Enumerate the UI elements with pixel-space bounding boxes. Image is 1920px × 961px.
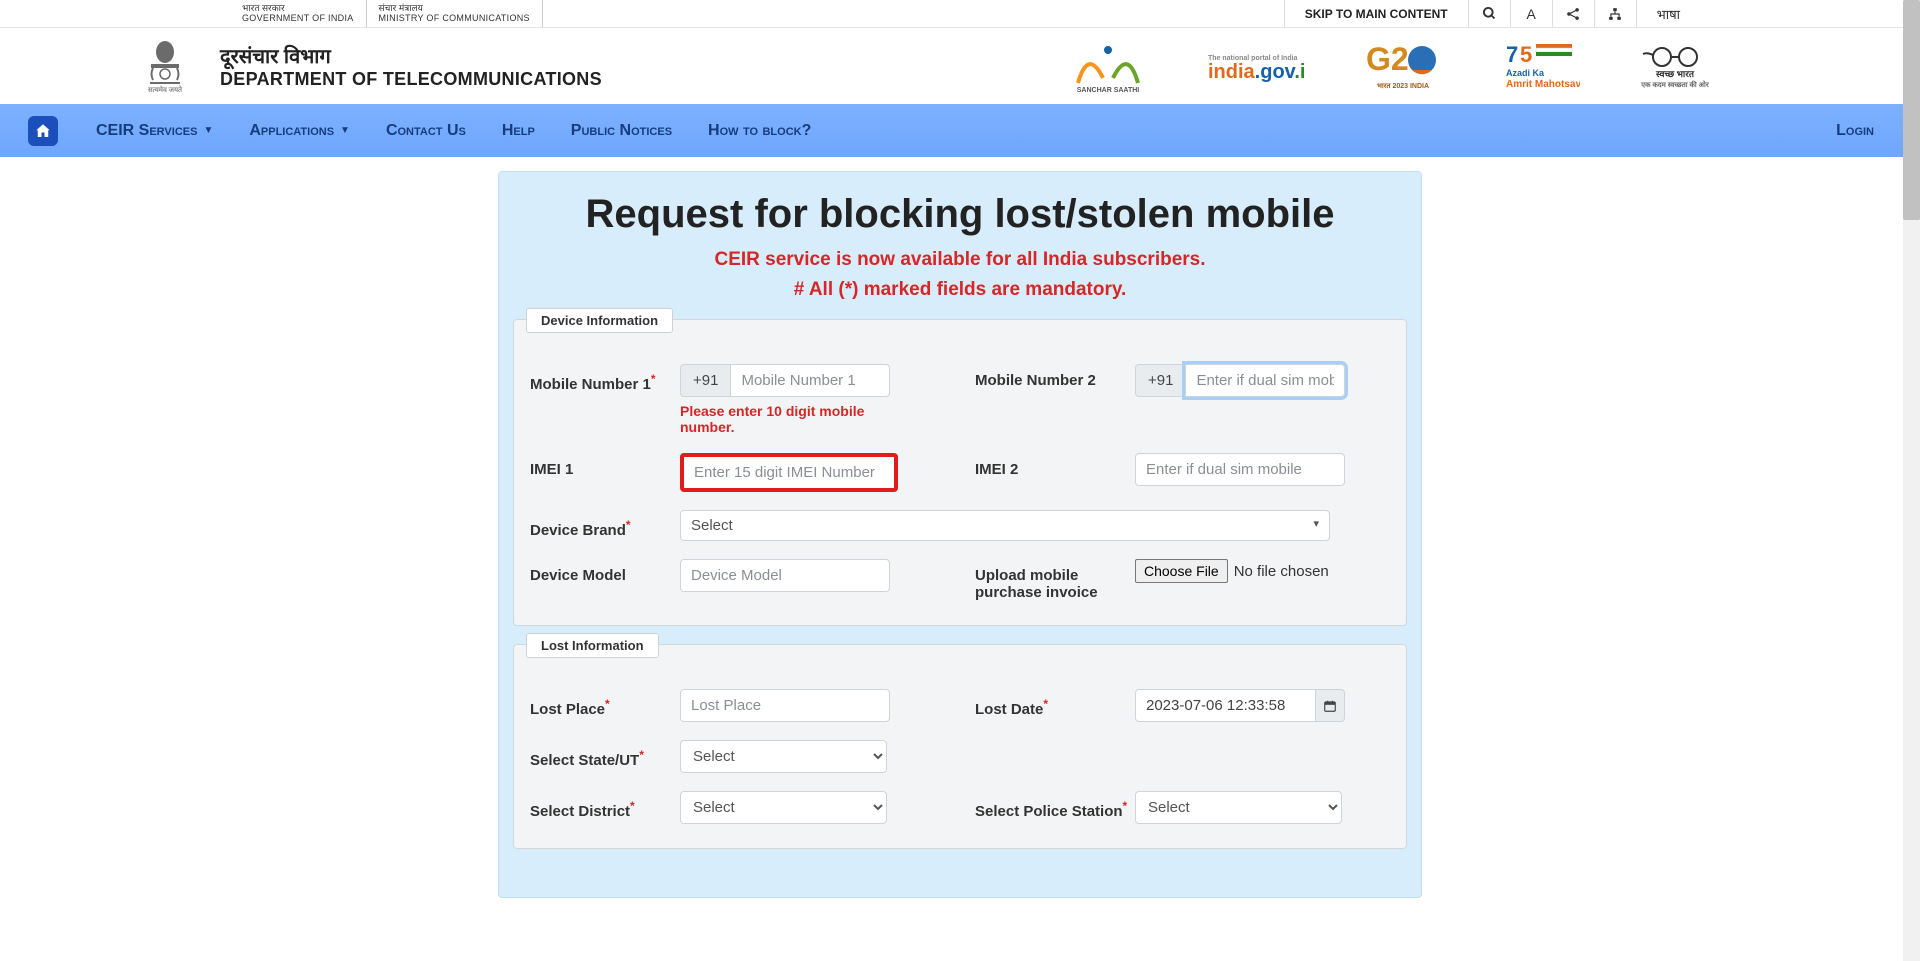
state-label: Select State/UT* [530,740,680,769]
national-emblem: सत्यमेव जयते [140,36,190,96]
sanchar-saathi-logo[interactable]: SANCHAR SAATHI [1068,38,1148,94]
nav-help[interactable]: Help [484,122,553,140]
nav-public-notices[interactable]: Public Notices [553,122,690,140]
svg-text:भारत 2023 INDIA: भारत 2023 INDIA [1377,83,1429,90]
site-header: सत्यमेव जयते दूरसंचार विभाग DEPARTMENT O… [0,28,1920,104]
mobile1-label: Mobile Number 1* [530,364,680,393]
scrollbar-thumb[interactable] [1903,0,1920,220]
main-nav: CEIR Services ▼ Applications ▼ Contact U… [0,104,1920,157]
lost-info-section: Lost Information Lost Place* Lost Date* [513,644,1407,849]
imei1-label: IMEI 1 [530,453,680,478]
swachh-bharat-logo[interactable]: स्वच्छ भारतएक कदम स्वच्छता की ओर [1640,38,1710,94]
country-code-prefix: +91 [680,364,730,397]
lost-date-label: Lost Date* [975,689,1135,718]
page-subtitle-2: # All (*) marked fields are mandatory. [499,279,1421,301]
imei2-label: IMEI 2 [975,453,1135,478]
district-label: Select District* [530,791,680,820]
chevron-down-icon: ▼ [340,125,350,136]
section-legend: Lost Information [526,633,659,658]
font-size-icon[interactable]: A [1510,0,1552,27]
mobile1-input[interactable] [730,364,890,397]
section-legend: Device Information [526,308,673,333]
gov-eng: GOVERNMENT OF INDIA [242,14,354,24]
svg-text:SANCHAR SAATHI: SANCHAR SAATHI [1077,87,1140,94]
mobile2-input[interactable] [1185,364,1345,397]
svg-text:G2: G2 [1366,41,1409,77]
brand-select[interactable]: Select [680,510,1330,541]
nav-contact[interactable]: Contact Us [368,122,484,140]
model-input[interactable] [680,559,890,592]
svg-text:Amrit Mahotsav: Amrit Mahotsav [1506,79,1580,90]
model-label: Device Model [530,559,680,584]
top-utility-bar: भारत सरकार GOVERNMENT OF INDIA संचार मंत… [0,0,1920,28]
azadi-logo[interactable]: 75Azadi KaAmrit Mahotsav [1502,38,1580,94]
dept-eng: DEPARTMENT OF TELECOMMUNICATIONS [220,69,602,90]
nav-applications[interactable]: Applications ▼ [231,122,368,140]
dept-hindi: दूरसंचार विभाग [220,42,602,69]
country-code-prefix: +91 [1135,364,1185,397]
svg-text:स्वच्छ भारत: स्वच्छ भारत [1655,69,1695,79]
file-status: No file chosen [1234,563,1329,580]
ministry-eng: MINISTRY OF COMMUNICATIONS [379,14,530,24]
nav-how-to-block[interactable]: How to block? [690,122,829,140]
device-info-section: Device Information Mobile Number 1* +91 … [513,319,1407,626]
home-icon[interactable] [28,116,58,146]
ministry-of-comm: संचार मंत्रालय MINISTRY OF COMMUNICATION… [367,0,543,27]
search-icon[interactable] [1468,0,1510,27]
form-card: Request for blocking lost/stolen mobile … [498,171,1422,898]
police-label: Select Police Station* [975,791,1135,820]
gov-of-india: भारत सरकार GOVERNMENT OF INDIA [230,0,367,27]
page-subtitle-1: CEIR service is now available for all In… [499,249,1421,271]
nav-label: CEIR Services [96,122,197,140]
imei2-input[interactable] [1135,453,1345,486]
lost-date-input[interactable] [1135,689,1316,722]
mobile2-label: Mobile Number 2 [975,364,1135,389]
lost-place-label: Lost Place* [530,689,680,718]
sitemap-icon[interactable] [1594,0,1636,27]
choose-file-button[interactable]: Choose File [1135,559,1228,583]
district-select[interactable]: Select [680,791,887,824]
brand-label: Device Brand* [530,510,680,539]
nav-label: Applications [249,122,334,140]
share-icon[interactable] [1552,0,1594,27]
mobile1-error: Please enter 10 digit mobile number. [680,403,890,435]
lost-place-input[interactable] [680,689,890,722]
g20-logo[interactable]: G2 भारत 2023 INDIA [1364,38,1442,94]
state-select[interactable]: Select [680,740,887,773]
upload-label: Upload mobile purchase invoice [975,559,1135,601]
imei1-input[interactable] [680,453,898,492]
police-select[interactable]: Select [1135,791,1342,824]
nav-login[interactable]: Login [1818,122,1892,140]
svg-text:india.gov.in: india.gov.in [1208,61,1304,83]
page-title: Request for blocking lost/stolen mobile [499,192,1421,237]
emblem-caption: सत्यमेव जयते [148,86,182,95]
vertical-scrollbar[interactable] [1903,0,1920,961]
chevron-down-icon: ▼ [203,125,213,136]
calendar-icon[interactable] [1316,689,1345,722]
nav-ceir-services[interactable]: CEIR Services ▼ [78,122,231,140]
department-title: दूरसंचार विभाग DEPARTMENT OF TELECOMMUNI… [220,42,602,90]
svg-text:5: 5 [1520,42,1532,67]
svg-text:7: 7 [1506,42,1518,67]
india-gov-logo[interactable]: The national portal of Indiaindia.gov.in [1208,38,1304,94]
skip-to-content-link[interactable]: SKIP TO MAIN CONTENT [1284,0,1468,27]
svg-text:Azadi Ka: Azadi Ka [1506,68,1545,78]
svg-text:एक कदम स्वच्छता की ओर: एक कदम स्वच्छता की ओर [1640,80,1710,89]
language-selector[interactable]: भाषा [1636,0,1700,27]
partner-logos: SANCHAR SAATHI The national portal of In… [1068,38,1710,94]
